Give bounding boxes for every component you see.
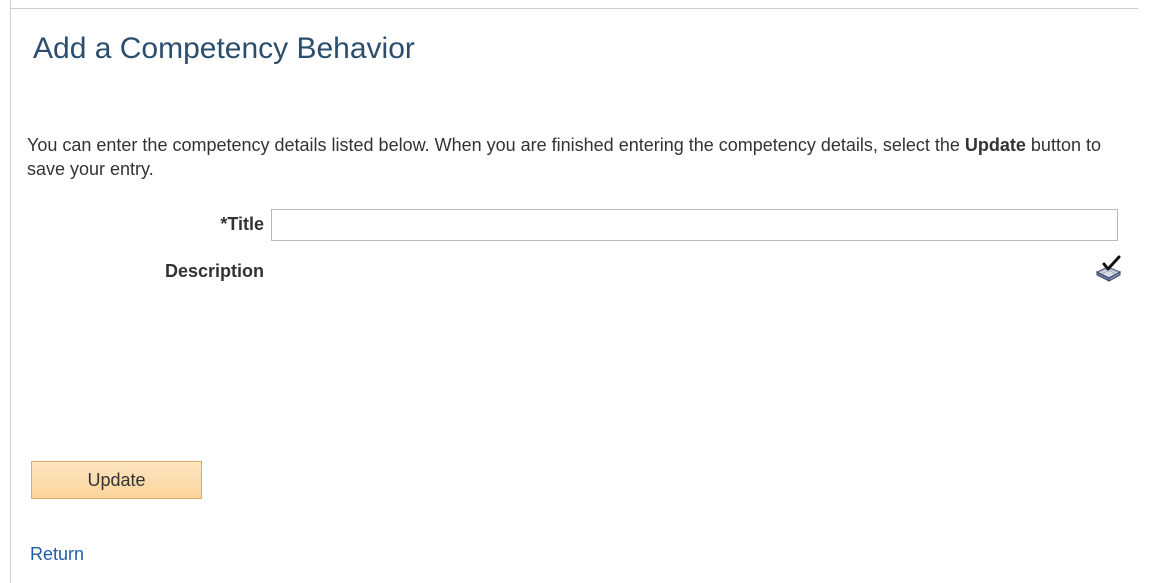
instructions-text: You can enter the competency details lis… — [27, 133, 1127, 181]
update-button[interactable]: Update — [31, 461, 202, 499]
title-input[interactable] — [271, 209, 1118, 241]
spell-check-icon[interactable] — [1094, 255, 1124, 285]
title-label: *Title — [220, 214, 264, 234]
page-title: Add a Competency Behavior — [33, 32, 415, 65]
instructions-bold-word: Update — [964, 135, 1026, 155]
top-divider — [10, 8, 1138, 9]
spell-check-icon-graphic — [1095, 255, 1122, 282]
instructions-text-before: You can enter the competency details lis… — [27, 135, 965, 155]
return-link[interactable]: Return — [30, 544, 84, 565]
description-label: Description — [164, 261, 264, 281]
left-border — [10, 0, 11, 583]
